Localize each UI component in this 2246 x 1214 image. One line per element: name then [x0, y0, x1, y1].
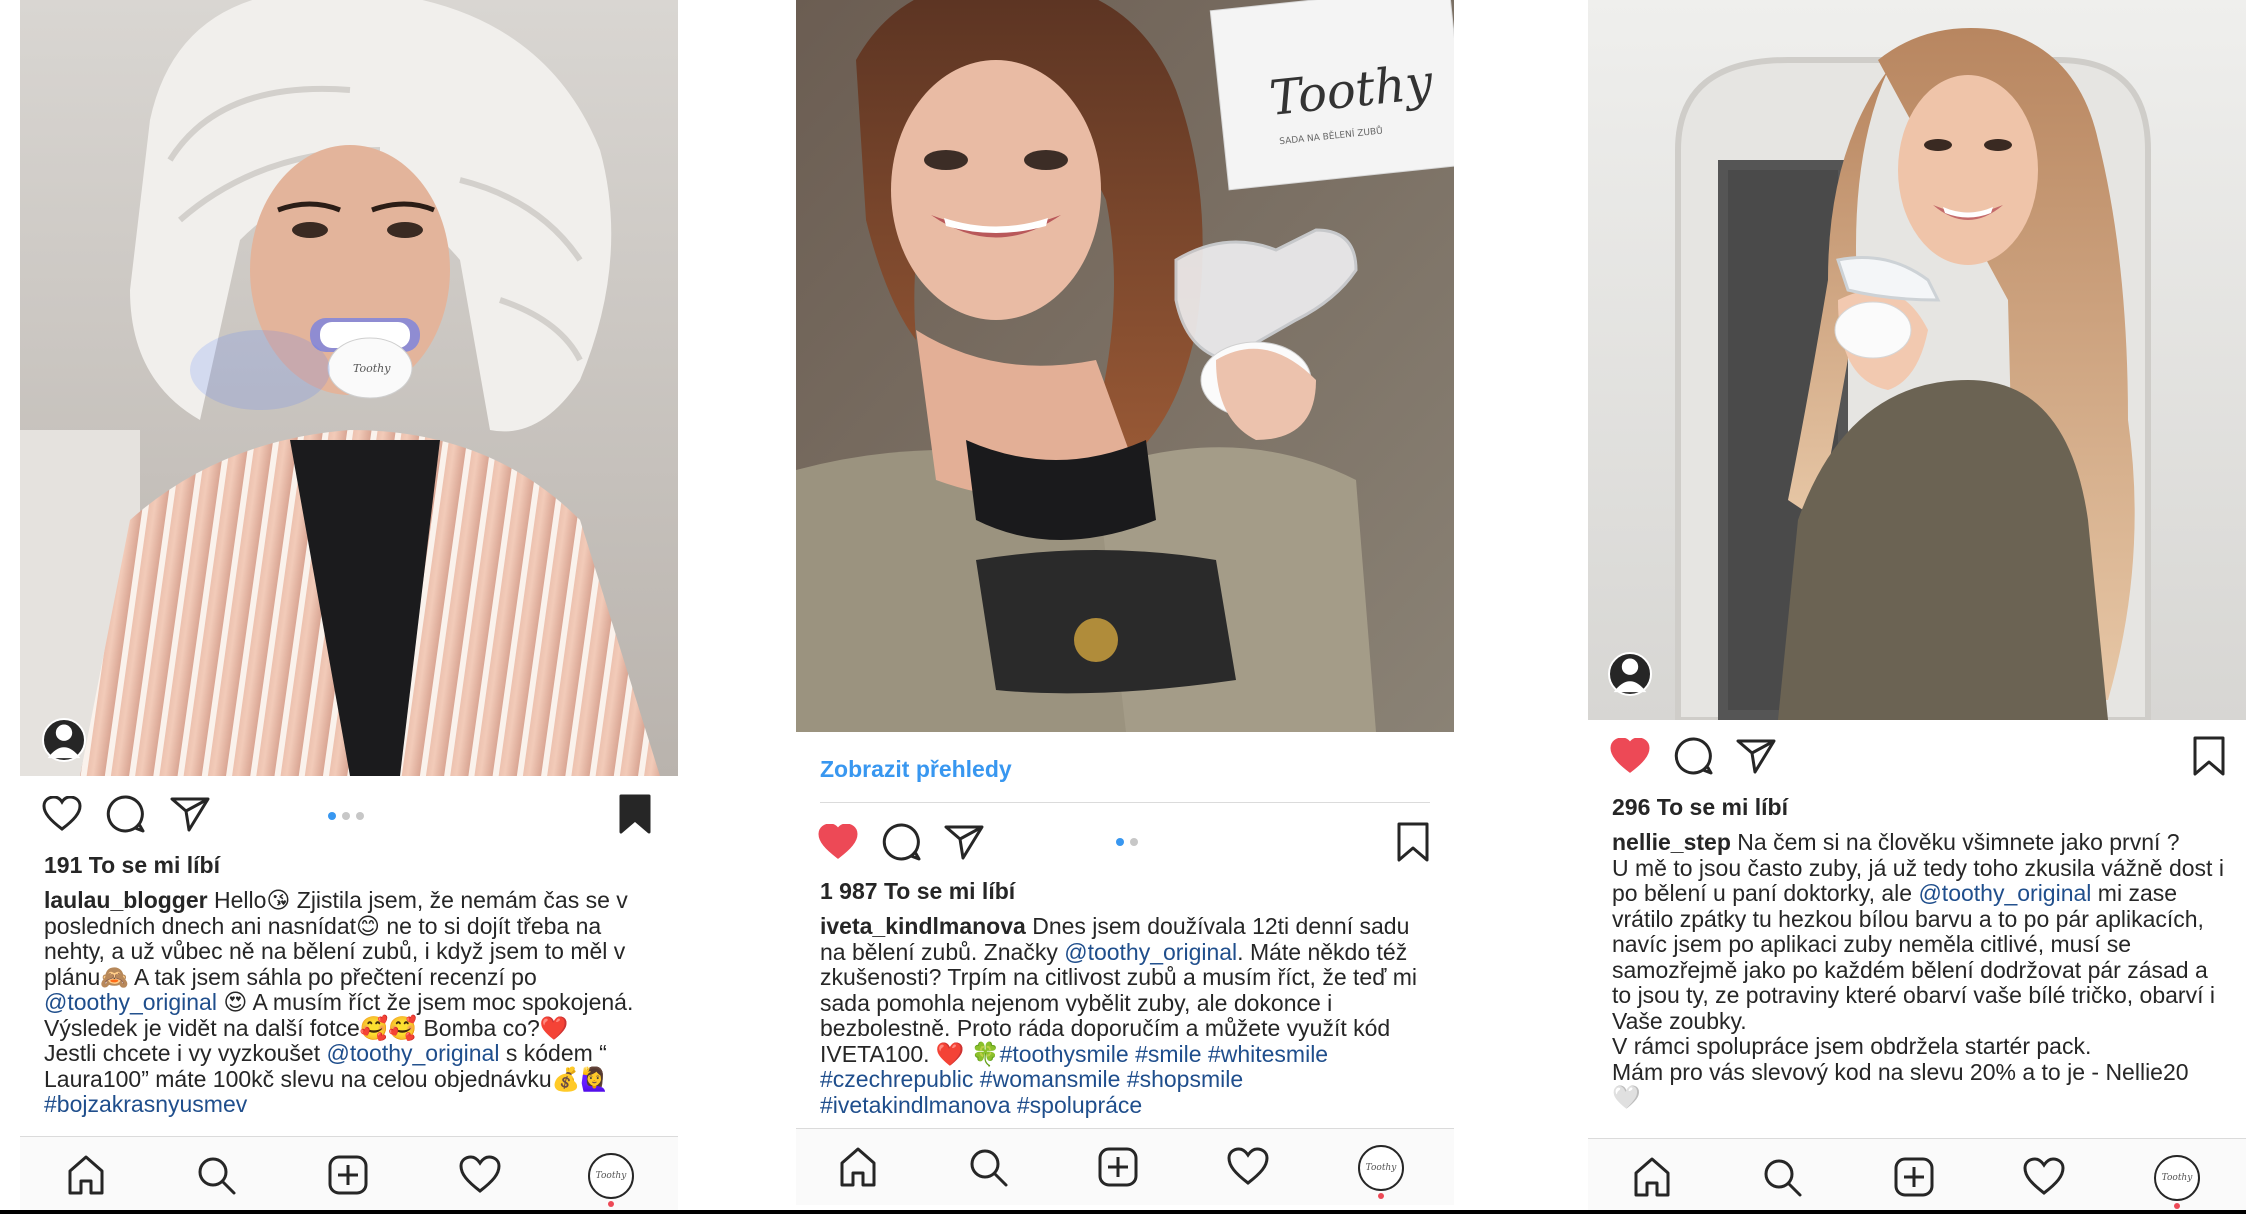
home-icon[interactable] [836, 1145, 880, 1189]
bottom-navigation: Toothy [20, 1136, 678, 1213]
mention-link[interactable]: @toothy_original [1918, 880, 2091, 906]
mention-link[interactable]: @toothy_original [44, 989, 217, 1015]
profile-avatar-label: Toothy [2161, 1173, 2193, 1183]
new-post-icon[interactable] [326, 1153, 370, 1197]
screen-bottom-edge [0, 1210, 2246, 1214]
share-icon[interactable] [944, 824, 984, 860]
tagged-users-icon[interactable] [42, 718, 86, 762]
carousel-dot [342, 812, 350, 820]
post-caption: laulau_blogger Hello😘 Zjistila jsem, že … [44, 887, 656, 1118]
notification-dot [2174, 1203, 2180, 1209]
bookmark-icon[interactable] [2192, 736, 2226, 776]
mention-link[interactable]: @toothy_original [327, 1040, 500, 1066]
caption-username[interactable]: laulau_blogger [44, 887, 208, 913]
bookmark-icon[interactable] [618, 794, 652, 834]
comment-icon[interactable] [882, 822, 922, 862]
heart-icon[interactable] [1610, 738, 1650, 774]
likes-count[interactable]: 296 To se mi líbí [1612, 794, 1788, 821]
view-insights-link[interactable]: Zobrazit přehledy [820, 756, 1012, 783]
activity-heart-icon[interactable] [1226, 1145, 1270, 1189]
carousel-indicator [328, 812, 364, 820]
post-card-nellie: 296 To se mi líbí nellie_step Na čem si … [1588, 0, 2246, 1214]
carousel-indicator [1116, 838, 1138, 846]
post-card-laulau: Toothy 191 To se mi líbí laulau_blogger … [20, 0, 678, 1214]
caption-username[interactable]: nellie_step [1612, 829, 1731, 855]
caption-text: mi zase vrátilo zpátky tu hezkou bílou b… [1612, 880, 2215, 1110]
carousel-dot [356, 812, 364, 820]
home-icon[interactable] [64, 1153, 108, 1197]
post-photo[interactable]: Toothy [20, 0, 678, 776]
search-icon[interactable] [966, 1145, 1010, 1189]
likes-count[interactable]: 191 To se mi líbí [44, 852, 220, 879]
home-icon[interactable] [1630, 1155, 1674, 1199]
comment-icon[interactable] [106, 794, 146, 834]
new-post-icon[interactable] [1096, 1145, 1140, 1189]
activity-heart-icon[interactable] [2022, 1155, 2066, 1199]
hashtag-link[interactable]: #bojzakrasnyusmev [44, 1091, 247, 1117]
post-photo[interactable]: Toothy SADA NA BĚLENÍ ZUBŮ [796, 0, 1454, 732]
profile-avatar[interactable]: Toothy [588, 1153, 634, 1199]
svg-text:Toothy: Toothy [353, 362, 391, 375]
mention-link[interactable]: @toothy_original [1064, 939, 1237, 965]
comment-icon[interactable] [1674, 736, 1714, 776]
bottom-navigation: Toothy [796, 1128, 1454, 1205]
likes-count[interactable]: 1 987 To se mi líbí [820, 878, 1015, 905]
heart-icon[interactable] [42, 796, 82, 832]
carousel-dot [1130, 838, 1138, 846]
carousel-dot [1116, 838, 1124, 846]
carousel-dot [328, 812, 336, 820]
bottom-navigation: Toothy [1588, 1138, 2246, 1214]
post-photo[interactable] [1588, 0, 2246, 720]
new-post-icon[interactable] [1892, 1155, 1936, 1199]
caption-username[interactable]: iveta_kindlmanova [820, 913, 1026, 939]
divider [820, 802, 1430, 803]
profile-avatar-label: Toothy [1365, 1163, 1397, 1173]
profile-avatar[interactable]: Toothy [1358, 1145, 1404, 1191]
activity-heart-icon[interactable] [458, 1153, 502, 1197]
share-icon[interactable] [170, 796, 210, 832]
bookmark-icon[interactable] [1396, 822, 1430, 862]
profile-avatar[interactable]: Toothy [2154, 1155, 2200, 1201]
post-caption: iveta_kindlmanova Dnes jsem doužívala 12… [820, 913, 1432, 1118]
heart-icon[interactable] [818, 824, 858, 860]
notification-dot [608, 1201, 614, 1207]
search-icon[interactable] [194, 1153, 238, 1197]
search-icon[interactable] [1760, 1155, 1804, 1199]
share-icon[interactable] [1736, 738, 1776, 774]
profile-avatar-label: Toothy [595, 1171, 627, 1181]
tagged-users-icon[interactable] [1608, 652, 1652, 696]
post-caption: nellie_step Na čem si na člověku všimnet… [1612, 829, 2224, 1111]
notification-dot [1378, 1193, 1384, 1199]
post-card-iveta: Toothy SADA NA BĚLENÍ ZUBŮ Zobrazit přeh… [796, 0, 1454, 1214]
